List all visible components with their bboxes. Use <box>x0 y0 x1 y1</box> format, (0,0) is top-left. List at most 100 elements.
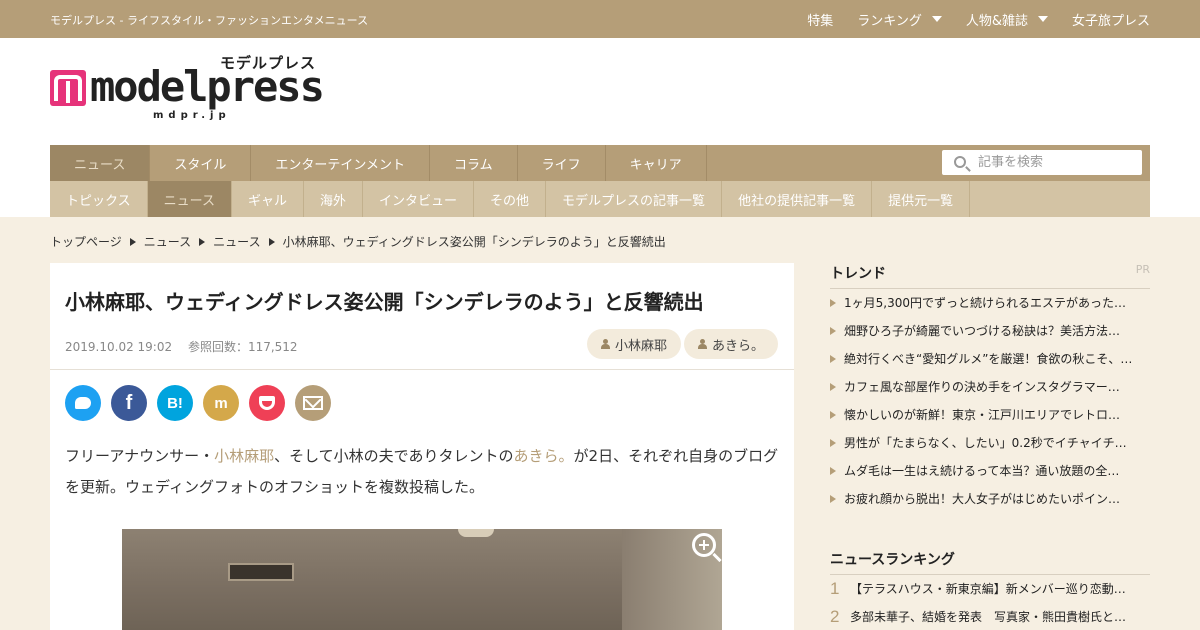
caret-down-icon <box>931 16 942 22</box>
trend-item[interactable]: 1ヶ月5,300円でずっと続けられるエステがあった… <box>830 289 1150 317</box>
search-box <box>942 150 1142 175</box>
hatena-share-button[interactable]: B! <box>157 385 193 421</box>
main-nav-style[interactable]: スタイル <box>150 145 252 181</box>
divider <box>50 369 794 370</box>
article: 小林麻耶、ウェディングドレス姿公開「シンデレラのよう」と反響続出 2019.10… <box>50 263 794 630</box>
trend-item[interactable]: 畑野ひろ子が綺麗でいつづける秘訣は？美活方法… <box>830 317 1150 345</box>
twitter-icon <box>75 397 91 409</box>
sub-nav-topics[interactable]: トピックス <box>50 181 148 217</box>
pocket-icon <box>259 396 275 410</box>
search-icon[interactable] <box>954 156 966 168</box>
top-nav: 特集 ランキング 人物&雑誌 女子旅プレス <box>783 0 1150 38</box>
top-nav-people[interactable]: 人物&雑誌 <box>966 10 1048 29</box>
person-icon <box>600 339 610 349</box>
sub-nav-interview[interactable]: インタビュー <box>363 181 475 217</box>
top-nav-label: 女子旅プレス <box>1071 13 1150 29</box>
top-nav-feature[interactable]: 特集 <box>807 10 833 29</box>
trend-item[interactable]: 絶対行くべき“愛知グルメ”を厳選！食欲の秋こそ、… <box>830 345 1150 373</box>
top-nav-ranking[interactable]: ランキング <box>857 10 942 29</box>
main-nav-life[interactable]: ライフ <box>518 145 606 181</box>
top-nav-label: 特集 <box>807 13 834 29</box>
photo-detail <box>458 529 494 537</box>
trend-item[interactable]: カフェ風な部屋作りの決め手をインスタグラマー… <box>830 373 1150 401</box>
mixi-icon: m <box>214 394 228 412</box>
article-body: フリーアナウンサー・小林麻耶、そして小林の夫でありタレントのあきら。が2日、それ… <box>65 441 785 503</box>
breadcrumb-arrow-icon <box>129 237 136 246</box>
mail-icon <box>303 396 323 410</box>
breadcrumb-current: 小林麻耶、ウェディングドレス姿公開「シンデレラのよう」と反響続出 <box>282 235 666 249</box>
main-nav-column[interactable]: コラム <box>430 145 518 181</box>
ranking-header: ニュースランキング <box>830 549 1150 575</box>
pocket-share-button[interactable] <box>249 385 285 421</box>
person-link[interactable]: 小林麻耶 <box>214 447 274 465</box>
sub-nav-overseas[interactable]: 海外 <box>304 181 364 217</box>
trend-header: トレンド PR <box>830 263 1150 289</box>
trend-item[interactable]: お疲れ顔から脱出！大人女子がはじめたいポイン… <box>830 485 1150 513</box>
trend-item[interactable]: 懐かしいのが新鮮！東京・江戸川エリアでレトロ… <box>830 401 1150 429</box>
top-nav-label: ランキング <box>857 13 922 29</box>
person-icon <box>697 339 707 349</box>
breadcrumb-news-sub[interactable]: ニュース <box>213 233 260 250</box>
search-input[interactable] <box>978 153 1128 172</box>
breadcrumb-arrow-icon <box>268 237 275 246</box>
sub-nav-partner-articles[interactable]: 他社の提供記事一覧 <box>722 181 873 217</box>
main-nav-career[interactable]: キャリア <box>606 145 707 181</box>
logo-mark-icon <box>50 70 86 106</box>
top-nav-label: 人物&雑誌 <box>965 13 1028 29</box>
article-date: 2019.10.02 19:02 <box>65 340 173 354</box>
facebook-share-button[interactable]: f <box>111 385 147 421</box>
trend-list: 1ヶ月5,300円でずっと続けられるエステがあった… 畑野ひろ子が綺麗でいつづけ… <box>830 289 1150 513</box>
article-title: 小林麻耶、ウェディングドレス姿公開「シンデレラのよう」と反響続出 <box>65 290 704 314</box>
breadcrumb-arrow-icon <box>199 237 206 246</box>
twitter-share-button[interactable] <box>65 385 101 421</box>
breadcrumb: トップページ ニュース ニュース 小林麻耶、ウェディングドレス姿公開「シンデレラ… <box>50 233 666 250</box>
breadcrumb-news[interactable]: ニュース <box>144 233 191 250</box>
site-tagline: モデルプレス - ライフスタイル・ファッションエンタメニュース <box>50 14 369 27</box>
ranking-text: 多部未華子、結婚を発表 写真家・熊田貴樹氏と… <box>850 610 1127 624</box>
main-nav-entertainment[interactable]: エンターテインメント <box>251 145 430 181</box>
hatena-icon: B! <box>167 394 183 412</box>
main-nav-news[interactable]: ニュース <box>50 145 151 181</box>
logo-wordmark: modelpress <box>90 62 325 111</box>
article-meta: 2019.10.02 19:02 参照回数：117,512 <box>65 338 310 355</box>
person-tag-label: 小林麻耶 <box>614 338 667 354</box>
mail-share-button[interactable] <box>295 385 331 421</box>
top-nav-joshitabi[interactable]: 女子旅プレス <box>1072 10 1150 29</box>
ranking-item[interactable]: 1 【テラスハウス・新東京編】新メンバー巡り恋動… <box>830 575 1150 603</box>
ranking-number: 2 <box>830 607 840 626</box>
trend-item[interactable]: ムダ毛は一生はえ続けるって本当？通い放題の全… <box>830 457 1150 485</box>
photo-detail <box>228 563 294 581</box>
sub-nav-providers[interactable]: 提供元一覧 <box>872 181 971 217</box>
body-text: 、そして小林の夫でありタレントの <box>274 447 514 465</box>
person-link[interactable]: あきら。 <box>514 447 574 465</box>
site-logo[interactable]: モデルプレス modelpress mdpr.jp <box>50 52 325 122</box>
sub-nav-other[interactable]: その他 <box>474 181 547 217</box>
logo-domain: mdpr.jp <box>153 110 231 121</box>
ranking-list: 1 【テラスハウス・新東京編】新メンバー巡り恋動… 2 多部未華子、結婚を発表 写真… <box>830 575 1150 630</box>
trend-title: トレンド <box>830 266 886 282</box>
body-text: フリーアナウンサー・ <box>65 447 215 465</box>
sub-nav-news[interactable]: ニュース <box>147 181 232 217</box>
facebook-icon: f <box>125 391 133 414</box>
ranking-item[interactable]: 2 多部未華子、結婚を発表 写真家・熊田貴樹氏と… <box>830 603 1150 630</box>
ranking-number: 1 <box>830 579 840 598</box>
article-views: 参照回数：117,512 <box>187 340 298 354</box>
person-tag[interactable]: 小林麻耶 <box>586 329 681 359</box>
trend-item[interactable]: 男性が「たまらなく、したい」0.2秒でイチャイチ… <box>830 429 1150 457</box>
person-tag-label: あきら。 <box>711 338 764 354</box>
sub-nav-gal[interactable]: ギャル <box>232 181 304 217</box>
person-tag[interactable]: あきら。 <box>683 329 778 359</box>
ranking-text: 【テラスハウス・新東京編】新メンバー巡り恋動… <box>850 582 1126 596</box>
mixi-share-button[interactable]: m <box>203 385 239 421</box>
caret-down-icon <box>1037 16 1048 22</box>
article-photo[interactable] <box>122 529 722 630</box>
sub-nav: トピックス ニュース ギャル 海外 インタビュー その他 モデルプレスの記事一覧… <box>50 181 1150 217</box>
breadcrumb-home[interactable]: トップページ <box>50 233 122 250</box>
top-bar: モデルプレス - ライフスタイル・ファッションエンタメニュース 特集 ランキング… <box>0 0 1200 38</box>
share-buttons: f B! m <box>65 385 341 421</box>
sidebar: トレンド PR 1ヶ月5,300円でずっと続けられるエステがあった… 畑野ひろ子… <box>830 263 1150 630</box>
pr-label: PR <box>1135 263 1150 276</box>
ranking-title: ニュースランキング <box>830 552 955 568</box>
article-tags: 小林麻耶 あきら。 <box>584 329 778 359</box>
sub-nav-modelpress-articles[interactable]: モデルプレスの記事一覧 <box>546 181 723 217</box>
